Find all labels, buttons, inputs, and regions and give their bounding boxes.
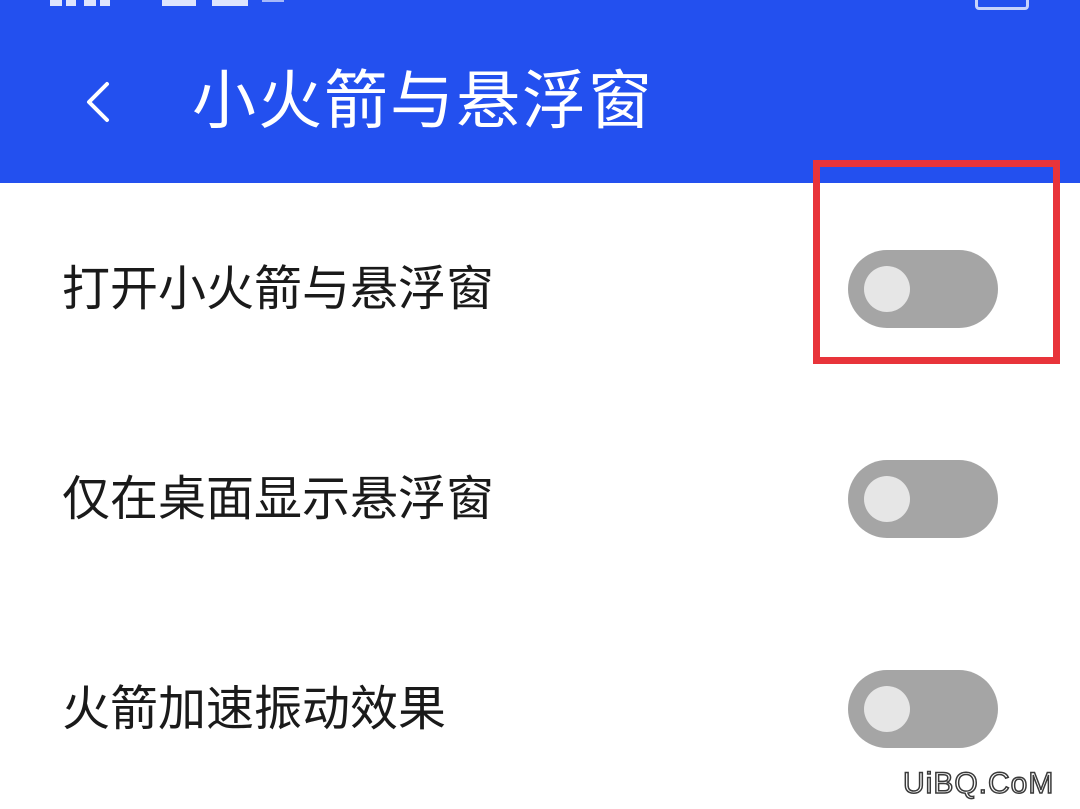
- setting-row-vibration: 火箭加速振动效果: [0, 638, 1080, 778]
- desktop-only-toggle[interactable]: [848, 460, 998, 538]
- setting-label: 打开小火箭与悬浮窗: [62, 261, 495, 317]
- battery-icon: [975, 0, 1029, 10]
- setting-label: 仅在桌面显示悬浮窗: [62, 471, 495, 527]
- status-bar: [0, 0, 1080, 14]
- toggle-knob: [864, 476, 910, 522]
- page-title: 小火箭与悬浮窗: [192, 65, 654, 139]
- chevron-left-icon: [87, 82, 109, 122]
- setting-label: 火箭加速振动效果: [62, 681, 447, 737]
- enable-rocket-toggle[interactable]: [848, 250, 998, 328]
- back-button[interactable]: [70, 70, 126, 134]
- toggle-knob: [864, 686, 910, 732]
- setting-row-desktop-only: 仅在桌面显示悬浮窗: [0, 428, 1080, 568]
- vibration-toggle[interactable]: [848, 670, 998, 748]
- app-header: 小火箭与悬浮窗: [0, 0, 1080, 183]
- watermark: UiBQ.CoM: [902, 766, 1055, 801]
- toggle-knob: [864, 266, 910, 312]
- status-icons: [50, 0, 310, 8]
- setting-row-enable-rocket: 打开小火箭与悬浮窗: [0, 218, 1080, 358]
